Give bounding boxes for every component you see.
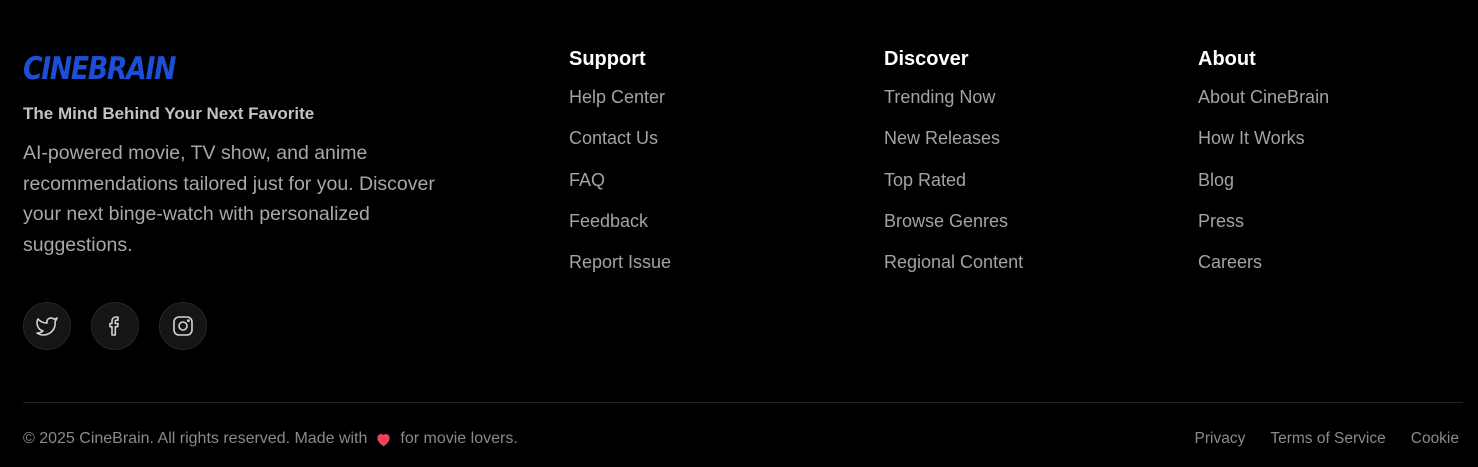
social-links [23,302,207,350]
new-releases-link[interactable]: New Releases [884,128,1000,148]
list-item: Contact Us [569,124,671,165]
list-item: Careers [1198,248,1329,289]
twitter-icon [36,317,58,336]
list-item: New Releases [884,124,1023,165]
discover-links: Trending Now New Releases Top Rated Brow… [884,83,1023,289]
brand-column: CINEBRAIN The Mind Behind Your Next Favo… [23,50,483,260]
footer-bottom-bar: © 2025 CineBrain. All rights reserved. M… [23,428,1459,450]
list-item: Regional Content [884,248,1023,289]
press-link[interactable]: Press [1198,211,1244,231]
about-cinebrain-link[interactable]: About CineBrain [1198,87,1329,107]
support-column: Support Help Center Contact Us FAQ Feedb… [569,47,671,289]
list-item: Help Center [569,83,671,124]
list-item: Trending Now [884,83,1023,124]
about-column: About About CineBrain How It Works Blog … [1198,47,1329,289]
contact-us-link[interactable]: Contact Us [569,128,658,148]
top-rated-link[interactable]: Top Rated [884,170,966,190]
list-item: Browse Genres [884,207,1023,248]
about-links: About CineBrain How It Works Blog Press … [1198,83,1329,289]
list-item: Report Issue [569,248,671,289]
instagram-button[interactable] [159,302,207,350]
copyright-prefix: © 2025 CineBrain. All rights reserved. M… [23,430,368,447]
list-item: About CineBrain [1198,83,1329,124]
instagram-icon [173,316,193,336]
discover-heading: Discover [884,48,969,70]
faq-link[interactable]: FAQ [569,170,605,190]
terms-of-service-link[interactable]: Terms of Service [1270,428,1385,450]
help-center-link[interactable]: Help Center [569,87,665,107]
brand-tagline: The Mind Behind Your Next Favorite [23,104,315,123]
trending-now-link[interactable]: Trending Now [884,87,995,107]
discover-column: Discover Trending Now New Releases Top R… [884,47,1023,289]
browse-genres-link[interactable]: Browse Genres [884,211,1008,231]
cookie-link[interactable]: Cookie [1411,428,1459,450]
copyright-suffix: for movie lovers. [400,430,518,447]
report-issue-link[interactable]: Report Issue [569,252,671,272]
facebook-button[interactable] [91,302,139,350]
list-item: How It Works [1198,124,1329,165]
support-heading: Support [569,48,646,70]
footer-divider [23,402,1463,403]
heart-icon [375,432,392,447]
list-item: FAQ [569,166,671,207]
feedback-link[interactable]: Feedback [569,211,648,231]
facebook-icon [109,316,119,336]
blog-link[interactable]: Blog [1198,170,1234,190]
privacy-link[interactable]: Privacy [1195,428,1246,450]
about-heading: About [1198,48,1256,70]
legal-links: Privacy Terms of Service Cookie [1195,428,1460,450]
list-item: Blog [1198,166,1329,207]
how-it-works-link[interactable]: How It Works [1198,128,1305,148]
careers-link[interactable]: Careers [1198,252,1262,272]
list-item: Feedback [569,207,671,248]
list-item: Press [1198,207,1329,248]
twitter-button[interactable] [23,302,71,350]
support-links: Help Center Contact Us FAQ Feedback Repo… [569,83,671,289]
regional-content-link[interactable]: Regional Content [884,252,1023,272]
brand-description: AI-powered movie, TV show, and anime rec… [23,142,435,256]
copyright-text: © 2025 CineBrain. All rights reserved. M… [23,428,518,450]
cinebrain-logo[interactable]: CINEBRAIN [23,50,419,88]
site-footer: CINEBRAIN The Mind Behind Your Next Favo… [0,0,1478,467]
list-item: Top Rated [884,166,1023,207]
